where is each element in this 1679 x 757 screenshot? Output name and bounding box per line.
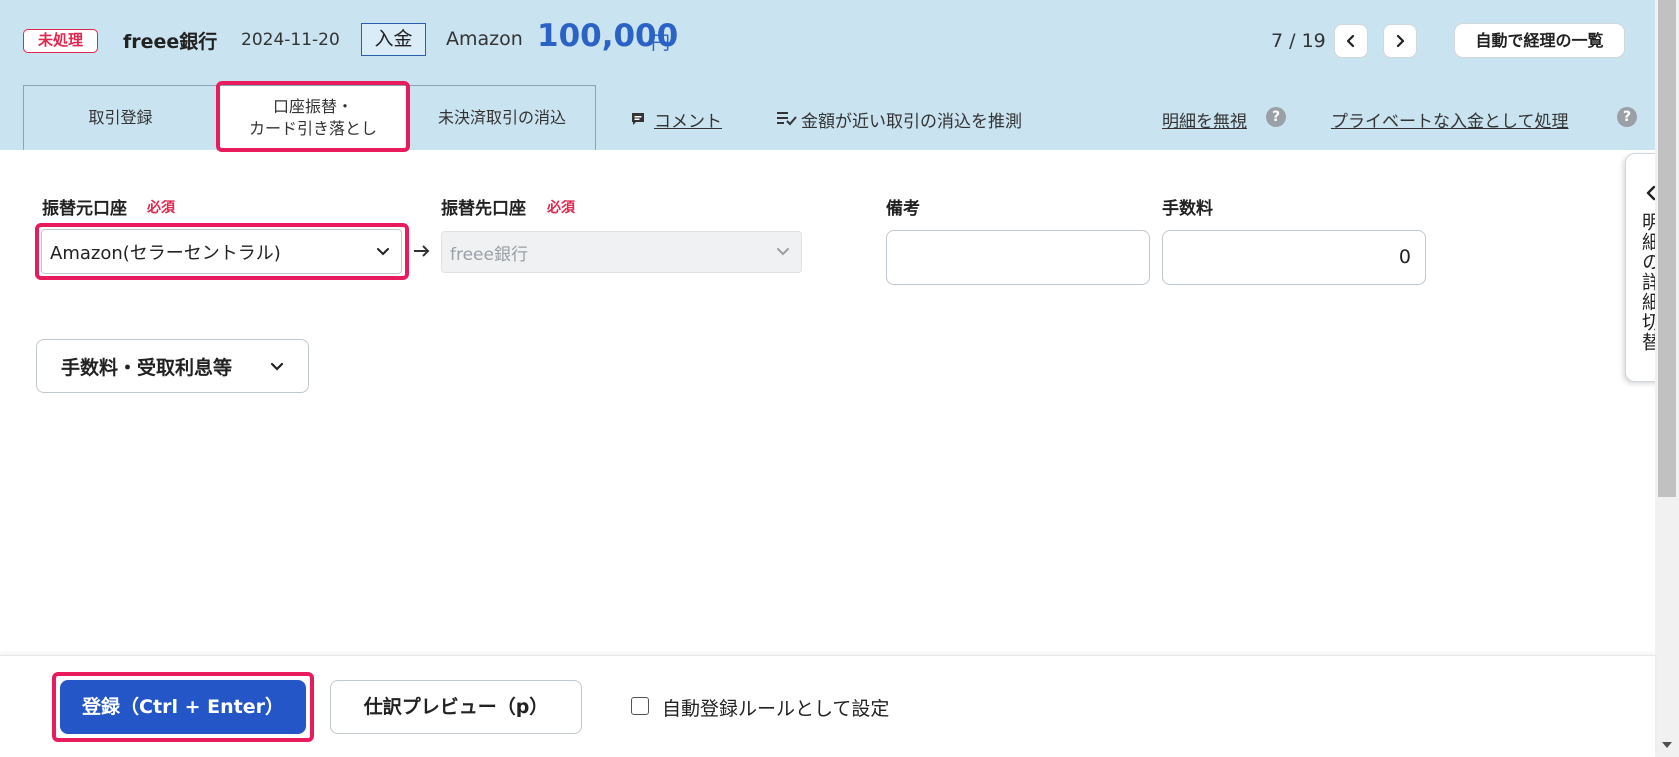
auto-rule-label[interactable]: 自動登録ルールとして設定 — [662, 694, 889, 721]
chevron-left-icon — [1346, 34, 1355, 48]
deposit-type-badge: 入金 — [361, 23, 426, 56]
memo-label: 備考 — [886, 199, 920, 219]
ignore-statement-link[interactable]: 明細を無視 — [1162, 107, 1247, 132]
fee-label: 手数料 — [1162, 199, 1213, 219]
transaction-date: 2024-11-20 — [241, 30, 340, 50]
help-icon[interactable]: ? — [1617, 107, 1637, 127]
arrow-right-icon — [414, 245, 430, 257]
tab-register-transaction[interactable]: 取引登録 — [23, 85, 218, 150]
list-check-icon — [777, 112, 797, 126]
to-account-select: freee銀行 — [441, 231, 802, 273]
from-account-select[interactable]: Amazon(セラーセントラル) — [41, 229, 402, 274]
prev-button[interactable] — [1334, 24, 1368, 58]
chevron-down-icon — [377, 247, 389, 255]
comment-link[interactable]: コメント — [654, 107, 722, 132]
auto-accounting-list-button[interactable]: 自動で経理の一覧 — [1454, 23, 1625, 58]
journal-preview-button[interactable]: 仕訳プレビュー（p） — [330, 680, 582, 734]
next-button[interactable] — [1383, 24, 1417, 58]
tab-label: 未決済取引の消込 — [437, 108, 566, 127]
chevron-right-icon — [1396, 34, 1405, 48]
to-account-value: freee銀行 — [450, 244, 528, 265]
suggest-clearing-link[interactable]: 金額が近い取引の消込を推測 — [801, 107, 1022, 132]
status-badge: 未処理 — [23, 29, 98, 53]
required-mark: 必須 — [147, 200, 175, 216]
tab-transfer-card[interactable]: 口座振替・ カード引き落とし — [218, 85, 408, 150]
pager-indicator: 7 / 19 — [1271, 30, 1326, 52]
from-account-value: Amazon(セラーセントラル) — [50, 242, 281, 264]
tab-label: 取引登録 — [88, 108, 153, 127]
to-account-label: 振替先口座 — [441, 199, 526, 219]
help-icon[interactable]: ? — [1266, 107, 1286, 127]
tab-label: 口座振替・ カード引き落とし — [248, 97, 377, 138]
required-mark: 必須 — [547, 200, 575, 216]
comment-icon — [632, 113, 644, 125]
private-deposit-link[interactable]: プライベートな入金として処理 — [1331, 107, 1569, 132]
partner-name: Amazon — [446, 28, 523, 50]
scroll-down-icon[interactable] — [1661, 740, 1673, 750]
transaction-header: 未処理 freee銀行 2024-11-20 入金 Amazon 100,000… — [0, 0, 1655, 150]
bank-name: freee銀行 — [123, 31, 218, 53]
fee-input[interactable]: 0 — [1162, 230, 1426, 285]
tab-unsettled-clearing[interactable]: 未決済取引の消込 — [408, 85, 596, 150]
register-button[interactable]: 登録（Ctrl + Enter） — [60, 680, 306, 734]
fee-interest-accordion[interactable]: 手数料・受取利息等 — [36, 339, 309, 393]
chevron-down-icon — [777, 248, 789, 256]
auto-rule-checkbox[interactable] — [631, 697, 649, 715]
chevron-down-icon — [270, 362, 284, 371]
scrollbar-thumb[interactable] — [1658, 0, 1676, 497]
accordion-label: 手数料・受取利息等 — [61, 356, 233, 379]
page: 未処理 freee銀行 2024-11-20 入金 Amazon 100,000… — [0, 0, 1679, 757]
from-account-label: 振替元口座 — [42, 199, 127, 219]
memo-input[interactable] — [886, 230, 1150, 285]
currency-unit: 円 — [651, 32, 671, 54]
